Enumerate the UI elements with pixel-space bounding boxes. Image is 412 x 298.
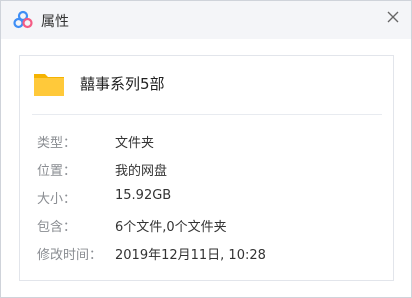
property-value: 我的网盘 (115, 164, 168, 179)
divider (32, 114, 382, 115)
file-name: 囍事系列5部 (80, 75, 165, 93)
folder-icon (34, 74, 64, 96)
title-bar[interactable]: 属性 (1, 1, 411, 39)
close-icon[interactable] (385, 9, 401, 25)
baidu-netdisk-cloud-icon (13, 10, 33, 29)
dialog-title: 属性 (41, 14, 69, 30)
property-label: 类型： (37, 136, 77, 151)
property-label: 修改时间： (37, 248, 103, 263)
property-value: 文件夹 (115, 136, 155, 151)
properties-dialog: 属性 囍事系列5部 类型： 文件夹 位置： 我的网盘 大小： 15.92GB 包… (0, 0, 412, 298)
property-value: 6个文件,0个文件夹 (115, 220, 227, 235)
property-row-type: 类型： 文件夹 (20, 132, 393, 152)
property-row-location: 位置： 我的网盘 (20, 160, 393, 180)
property-row-modified: 修改时间： 2019年12月11日, 10:28 (20, 244, 393, 264)
property-row-contains: 包含： 6个文件,0个文件夹 (20, 216, 393, 236)
property-value: 15.92GB (115, 188, 172, 203)
properties-panel: 囍事系列5部 类型： 文件夹 位置： 我的网盘 大小： 15.92GB 包含： … (19, 55, 394, 281)
property-label: 包含： (37, 220, 77, 235)
file-header: 囍事系列5部 (20, 56, 393, 112)
property-label: 大小： (37, 192, 77, 207)
property-row-size: 大小： 15.92GB (20, 188, 393, 208)
property-label: 位置： (37, 164, 77, 179)
property-value: 2019年12月11日, 10:28 (115, 248, 266, 263)
